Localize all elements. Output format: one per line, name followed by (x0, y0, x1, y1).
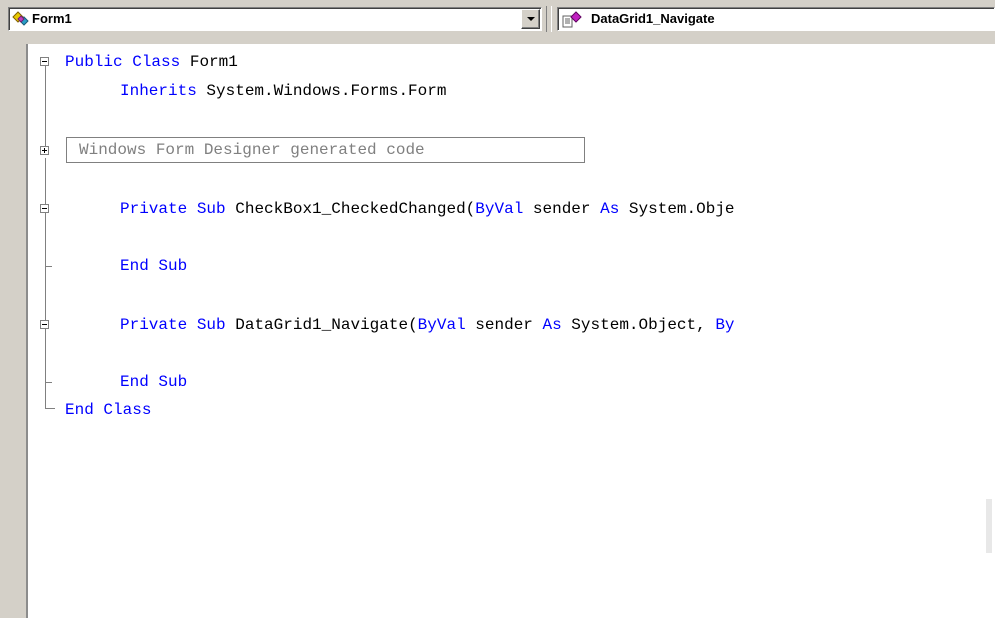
chevron-down-icon (527, 17, 535, 21)
keyword: Sub (196, 316, 226, 334)
scroll-edge-mark (986, 499, 992, 553)
keyword: Sub (158, 257, 188, 275)
keyword: Public (65, 53, 123, 71)
keyword: Class (103, 401, 152, 419)
identifier: System.Object, (561, 316, 716, 334)
keyword: End (65, 401, 94, 419)
keyword: Private (120, 316, 188, 334)
code-line[interactable]: End Sub (120, 371, 187, 393)
code-line[interactable]: Private Sub DataGrid1_Navigate(ByVal sen… (120, 314, 735, 336)
identifier: CheckBox1_CheckedChanged( (225, 200, 476, 218)
keyword: As (600, 200, 620, 218)
code-navigation-bar: Form1 DataGrid1_Navigate (0, 0, 995, 44)
identifier: System.Windows.Forms.Form (196, 82, 447, 100)
class-name-dropdown[interactable]: Form1 (8, 7, 542, 31)
indicator-margin (0, 44, 28, 618)
outline-guide (45, 158, 46, 409)
keyword: End (120, 373, 149, 391)
method-name-dropdown[interactable]: DataGrid1_Navigate (557, 7, 995, 31)
identifier: sender (523, 200, 601, 218)
keyword: As (542, 316, 562, 334)
keyword: End (120, 257, 149, 275)
code-line[interactable]: Private Sub CheckBox1_CheckedChanged(ByV… (120, 198, 735, 220)
outline-end-tick (45, 408, 55, 409)
keyword: By (715, 316, 735, 334)
code-line[interactable]: End Class (65, 399, 151, 421)
code-line[interactable]: End Sub (120, 255, 187, 277)
code-line[interactable]: Public Class Form1 (65, 51, 238, 73)
collapse-class-toggle[interactable] (40, 57, 49, 66)
outline-end-tick (45, 382, 52, 383)
identifier: System.Obje (619, 200, 735, 218)
keyword: Sub (196, 200, 226, 218)
identifier: sender (465, 316, 543, 334)
toolbar-separator (546, 6, 552, 32)
keyword: Sub (158, 373, 188, 391)
keyword: ByVal (417, 316, 466, 334)
code-line[interactable]: Inherits System.Windows.Forms.Form (120, 80, 446, 102)
keyword: ByVal (475, 200, 524, 218)
collapse-sub-toggle[interactable] (40, 320, 49, 329)
outline-end-tick (45, 266, 52, 267)
class-name-value: Form1 (32, 11, 72, 26)
keyword: Class (132, 53, 181, 71)
class-dropdown-button[interactable] (521, 9, 540, 29)
keyword: Private (120, 200, 188, 218)
identifier: Form1 (180, 53, 238, 71)
outline-guide (45, 66, 46, 149)
code-editor[interactable]: Public Class Form1 Inherits System.Windo… (0, 44, 995, 618)
collapse-sub-toggle[interactable] (40, 204, 49, 213)
identifier: DataGrid1_Navigate( (225, 316, 418, 334)
expand-region-toggle[interactable] (40, 146, 49, 155)
method-icon (562, 11, 582, 28)
class-icon (12, 11, 29, 26)
collapsed-region-label[interactable]: Windows Form Designer generated code (66, 137, 585, 163)
method-name-value: DataGrid1_Navigate (591, 11, 715, 26)
keyword: Inherits (120, 82, 197, 100)
